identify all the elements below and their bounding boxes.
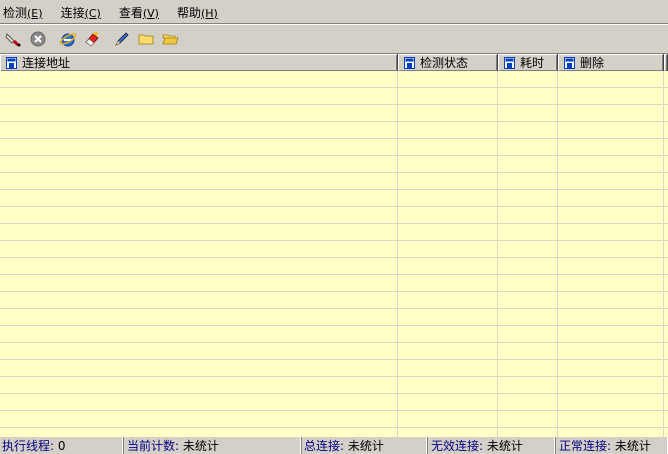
status-normal-connections: 正常连接: 未统计 — [556, 437, 668, 454]
connection-list[interactable]: 连接地址 检测状态 耗时 删除 — [0, 53, 668, 437]
status-total-connections: 总连接: 未统计 — [302, 437, 428, 454]
list-header: 连接地址 检测状态 耗时 删除 — [0, 54, 668, 71]
column-icon — [6, 56, 17, 69]
menu-separator — [0, 23, 668, 25]
browser-button[interactable] — [57, 28, 79, 50]
column-gridline — [397, 71, 398, 437]
stop-icon — [30, 31, 46, 47]
clear-icon — [5, 33, 21, 47]
menu-bar: 检测(E) 连接(C) 查看(V) 帮助(H) — [0, 0, 668, 24]
column-gridline — [663, 71, 664, 437]
ie-icon — [59, 33, 77, 47]
column-header-time[interactable]: 耗时 — [498, 54, 558, 71]
open-folder-icon — [162, 34, 179, 45]
open-folder-button[interactable] — [159, 28, 181, 50]
toolbar — [0, 26, 668, 52]
clear-button[interactable] — [3, 28, 25, 50]
menu-connect[interactable]: 连接(C) — [61, 4, 101, 21]
status-invalid-connections: 无效连接: 未统计 — [428, 437, 556, 454]
eraser-icon — [85, 32, 99, 47]
pen-icon — [115, 32, 129, 46]
column-header-address[interactable]: 连接地址 — [0, 54, 398, 71]
folder-icon — [138, 34, 154, 45]
eraser-button[interactable] — [81, 28, 103, 50]
column-icon — [504, 56, 515, 69]
column-gridline — [557, 71, 558, 437]
status-current-count: 当前计数: 未统计 — [124, 437, 302, 454]
column-icon — [564, 56, 575, 69]
column-gridline — [497, 71, 498, 437]
column-header-filler — [664, 54, 668, 71]
edit-button[interactable] — [111, 28, 133, 50]
menu-detect[interactable]: 检测(E) — [3, 4, 43, 21]
menu-help[interactable]: 帮助(H) — [177, 4, 218, 21]
column-header-status[interactable]: 检测状态 — [398, 54, 498, 71]
menu-view[interactable]: 查看(V) — [119, 4, 159, 21]
list-rows — [0, 71, 668, 437]
status-threads: 执行线程: 0 — [0, 437, 124, 454]
column-header-delete[interactable]: 删除 — [558, 54, 664, 71]
new-folder-button[interactable] — [135, 28, 157, 50]
column-icon — [404, 56, 415, 69]
status-bar: 执行线程: 0 当前计数: 未统计 总连接: 未统计 无效连接: 未统计 正常连… — [0, 437, 668, 454]
stop-button[interactable] — [27, 28, 49, 50]
